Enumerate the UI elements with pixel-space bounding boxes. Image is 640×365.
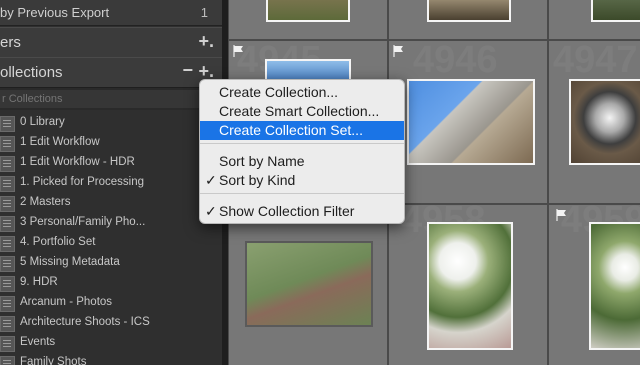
photo-thumbnail[interactable] <box>427 222 513 350</box>
collection-filter <box>0 88 222 110</box>
collection-icon <box>0 296 15 312</box>
menu-item-label: Show Collection Filter <box>219 203 355 219</box>
collection-item[interactable]: Architecture Shoots - ICS <box>0 313 222 333</box>
collection-label: 5 Missing Metadata <box>20 256 120 268</box>
collection-item[interactable]: 0 Library <box>0 113 222 133</box>
cell-index: 4946 <box>413 40 498 81</box>
checkmark-icon: ✓ <box>205 172 217 188</box>
collection-label: 1 Edit Workflow - HDR <box>20 156 135 168</box>
collection-icon <box>0 336 15 352</box>
collection-icon <box>0 156 15 172</box>
collection-item[interactable]: 9. HDR <box>0 273 222 293</box>
flag-icon[interactable] <box>393 45 404 57</box>
collection-item[interactable]: 5 Missing Metadata <box>0 253 222 273</box>
grid-cell[interactable] <box>228 204 388 365</box>
menu-item-create-smart-collection[interactable]: Create Smart Collection... <box>200 102 404 121</box>
left-panel: by Previous Export 1 ers +. ollections −… <box>0 0 222 365</box>
photo-thumbnail[interactable] <box>589 222 640 350</box>
export-row-count: 1 <box>200 5 208 20</box>
collection-item[interactable]: 1 Edit Workflow - HDR <box>0 153 222 173</box>
context-menu: Create Collection... Create Smart Collect… <box>199 79 405 224</box>
collections-section-header[interactable]: ollections − +. <box>0 57 222 88</box>
collection-label: 4. Portfolio Set <box>20 236 96 248</box>
flag-icon[interactable] <box>556 209 567 221</box>
filters-section-header[interactable]: ers +. <box>0 27 222 58</box>
flag-icon[interactable] <box>233 45 244 57</box>
collections-section-title: ollections <box>0 64 63 81</box>
menu-item-show-collection-filter[interactable]: ✓ Show Collection Filter <box>200 202 404 221</box>
collection-item[interactable]: 1. Picked for Processing <box>0 173 222 193</box>
collection-item[interactable]: Arcanum - Photos <box>0 293 222 313</box>
photo-thumbnail[interactable] <box>427 0 511 22</box>
menu-item-label: Sort by Name <box>219 153 305 169</box>
photo-thumbnail[interactable] <box>407 79 535 165</box>
menu-item-label: Create Smart Collection... <box>219 103 380 119</box>
collection-item[interactable]: 3 Personal/Family Pho... <box>0 213 222 233</box>
menu-separator <box>200 193 404 194</box>
menu-item-label: Create Collection Set... <box>219 122 363 138</box>
collection-item[interactable]: 2 Masters <box>0 193 222 213</box>
menu-item-create-collection[interactable]: Create Collection... <box>200 83 404 102</box>
grid-cell[interactable] <box>548 0 640 40</box>
collection-icon <box>0 116 15 132</box>
collection-icon <box>0 176 15 192</box>
checkmark-icon: ✓ <box>205 203 217 219</box>
export-row[interactable]: by Previous Export 1 <box>0 0 222 26</box>
export-row-label: by Previous Export <box>0 5 110 20</box>
menu-item-sort-by-kind[interactable]: ✓ Sort by Kind <box>200 171 404 190</box>
collection-icon <box>0 196 15 212</box>
collection-label: Family Shots <box>20 356 87 365</box>
collection-icon <box>0 236 15 252</box>
collection-label: 0 Library <box>20 116 65 128</box>
add-filter-button[interactable]: +. <box>198 31 214 52</box>
menu-item-sort-by-name[interactable]: Sort by Name <box>200 152 404 171</box>
grid-cell[interactable]: 4947 <box>548 40 640 204</box>
cell-index: 4947 <box>553 40 638 81</box>
collection-icon <box>0 276 15 292</box>
collection-label: Events <box>20 336 56 348</box>
grid-cell[interactable]: 4958 <box>388 204 548 365</box>
collection-label: Arcanum - Photos <box>20 296 113 308</box>
collection-item[interactable]: Events <box>0 333 222 353</box>
grid-cell[interactable]: 4959 <box>548 204 640 365</box>
collection-item[interactable]: 4. Portfolio Set <box>0 233 222 253</box>
collection-label: 9. HDR <box>20 276 58 288</box>
photo-thumbnail[interactable] <box>266 0 350 22</box>
collection-icon <box>0 136 15 152</box>
collection-item[interactable]: Family Shots <box>0 353 222 365</box>
collection-label: 1. Picked for Processing <box>20 176 145 188</box>
collection-icon <box>0 216 15 232</box>
grid-cell[interactable] <box>388 0 548 40</box>
collection-label: Architecture Shoots - ICS <box>20 316 150 328</box>
photo-thumbnail[interactable] <box>265 59 351 81</box>
photo-thumbnail[interactable] <box>591 0 640 22</box>
collection-icon <box>0 256 15 272</box>
grid-cell[interactable]: 4946 <box>388 40 548 204</box>
menu-item-label: Sort by Kind <box>219 172 296 188</box>
menu-item-create-collection-set[interactable]: Create Collection Set... <box>200 121 404 140</box>
filters-section-title: ers <box>0 34 21 51</box>
collection-label: 2 Masters <box>20 196 71 208</box>
grid-cell[interactable] <box>228 0 388 40</box>
collection-icon <box>0 316 15 332</box>
photo-thumbnail[interactable] <box>569 79 640 165</box>
collection-icon <box>0 356 15 365</box>
collection-label: 1 Edit Workflow <box>20 136 100 148</box>
menu-separator <box>200 143 404 144</box>
collection-label: 3 Personal/Family Pho... <box>20 216 146 228</box>
remove-collection-button[interactable]: − <box>182 60 193 81</box>
collection-item[interactable]: 1 Edit Workflow <box>0 133 222 153</box>
collection-filter-input[interactable] <box>0 90 220 108</box>
menu-item-label: Create Collection... <box>219 84 339 100</box>
photo-thumbnail[interactable] <box>245 241 373 327</box>
